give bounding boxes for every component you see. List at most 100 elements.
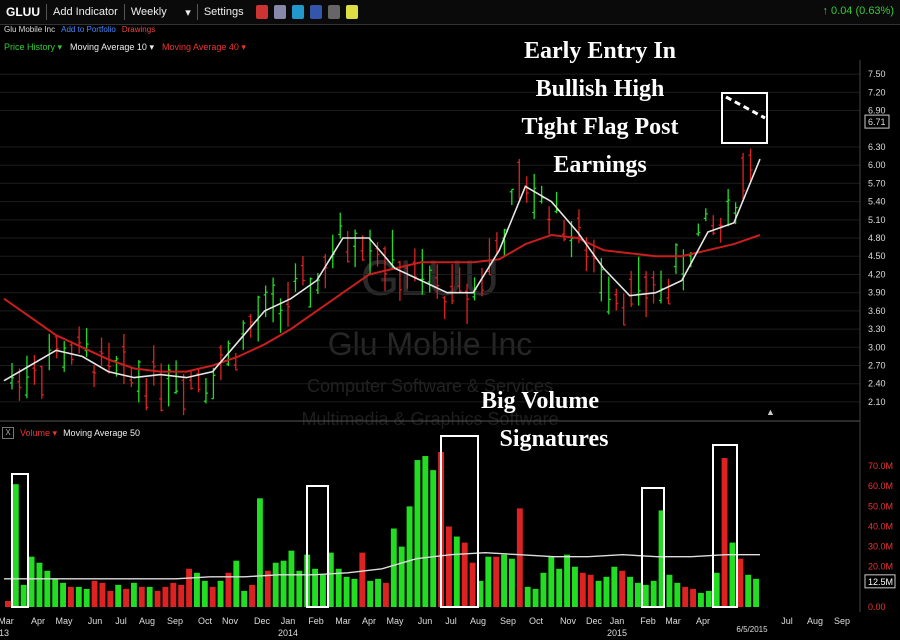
x-year-label: 2015 [607,628,627,638]
x-tick-label: Aug [470,616,486,626]
volume-bar [548,556,555,607]
x-tick-label: Mar [665,616,681,626]
x-tick-label: Jan [281,616,296,626]
x-tick-label: Feb [640,616,656,626]
x-tick-label: Jul [445,616,457,626]
price-tick-label: 7.20 [868,87,886,97]
volume-bar [241,590,248,607]
volume-bar [107,590,114,607]
volume-bar [737,558,744,607]
volume-bar [627,576,633,607]
volume-bar [674,582,681,607]
x-tick-label: Mar [0,616,14,626]
volume-bar [115,584,122,607]
x-tick-label: Jul [781,616,793,626]
volume-bar [493,556,500,607]
annotation-volume-line1: Big Volume [481,388,599,414]
volume-bar [123,588,129,607]
volume-bar [162,586,169,607]
volume-bar [509,558,515,607]
volume-bar [186,568,192,607]
volume-tick-label: 70.0M [868,461,893,471]
volume-bar [721,458,728,607]
x-tick-label: Jan [610,616,625,626]
volume-bar [60,582,66,607]
volume-bar [68,586,74,607]
volume-bar [233,560,240,607]
volume-bar [209,586,216,607]
volume-tick-label: 12.5M [868,577,893,587]
volume-bar [83,588,90,607]
volume-bar [603,576,610,607]
x-tick-label: Apr [362,616,376,626]
volume-tick-label: 0.00 [868,602,886,612]
x-tick-label: Jun [88,616,103,626]
volume-bar [75,586,82,607]
x-tick-label: May [55,616,73,626]
price-tick-label: 3.30 [868,324,886,334]
x-tick-label: Sep [167,616,183,626]
volume-bar [572,566,578,607]
x-tick-label: Nov [560,616,577,626]
volume-bar [690,588,696,607]
volume-bar [288,550,295,607]
price-tick-label: 5.10 [868,215,886,225]
volume-tick-label: 50.0M [868,501,893,511]
x-tick-label: Jun [418,616,433,626]
volume-bar [249,584,255,607]
x-tick-label: Sep [500,616,516,626]
price-tick-label: 6.71 [868,117,886,127]
price-tick-label: 7.50 [868,69,886,79]
volume-bar [131,582,137,607]
price-tick-label: 6.00 [868,160,886,170]
volume-bar [540,572,547,607]
price-tick-label: 3.60 [868,306,886,316]
volume-bar [595,580,602,607]
volume-tick-label: 60.0M [868,481,893,491]
volume-bar [375,578,381,607]
price-tick-label: 2.10 [868,397,886,407]
annotation-volume-line2: Signatures [500,426,609,452]
scroll-up-icon: ▲ [766,407,775,417]
volume-bar [587,574,594,607]
volume-tick-label: 20.0M [868,562,893,572]
x-year-label: 13 [0,628,9,638]
volume-bar [414,460,421,607]
volume-bar [650,580,657,607]
volume-bar [398,546,405,607]
price-tick-label: 6.30 [868,142,886,152]
volume-bar [516,508,523,607]
volume-bar [146,586,153,607]
x-tick-label: Apr [31,616,45,626]
annotation-entry-line2: Bullish High [536,76,665,102]
volume-bar [501,554,507,607]
x-tick-label: Sep [834,616,850,626]
volume-bar [461,542,468,607]
x-tick-label: Aug [807,616,823,626]
flag-box [721,92,768,144]
volume-bar [351,578,358,607]
stock-chart: GLUU Glu Mobile Inc Computer Software & … [0,38,896,638]
annotation-entry-line4: Earnings [553,152,646,178]
price-tick-label: 2.70 [868,361,886,371]
volume-bar [713,572,720,607]
volume-bar [99,582,106,607]
price-tick-label: 5.70 [868,178,886,188]
x-tick-label: Dec [586,616,603,626]
volume-bar [579,572,586,607]
price-tick-label: 6.90 [868,106,886,116]
price-tick-label: 3.00 [868,342,886,352]
volume-bar [642,584,649,607]
volume-bar [12,484,19,607]
x-tick-label: May [386,616,404,626]
volume-bar [359,552,366,607]
volume-bar [367,580,374,607]
volume-bar [453,536,460,607]
volume-bar [666,574,673,607]
price-tick-label: 3.90 [868,288,886,298]
volume-bar [635,582,641,607]
volume-bar [383,582,389,607]
volume-bar [154,590,161,607]
volume-bar [170,582,177,607]
volume-bar [406,506,413,607]
